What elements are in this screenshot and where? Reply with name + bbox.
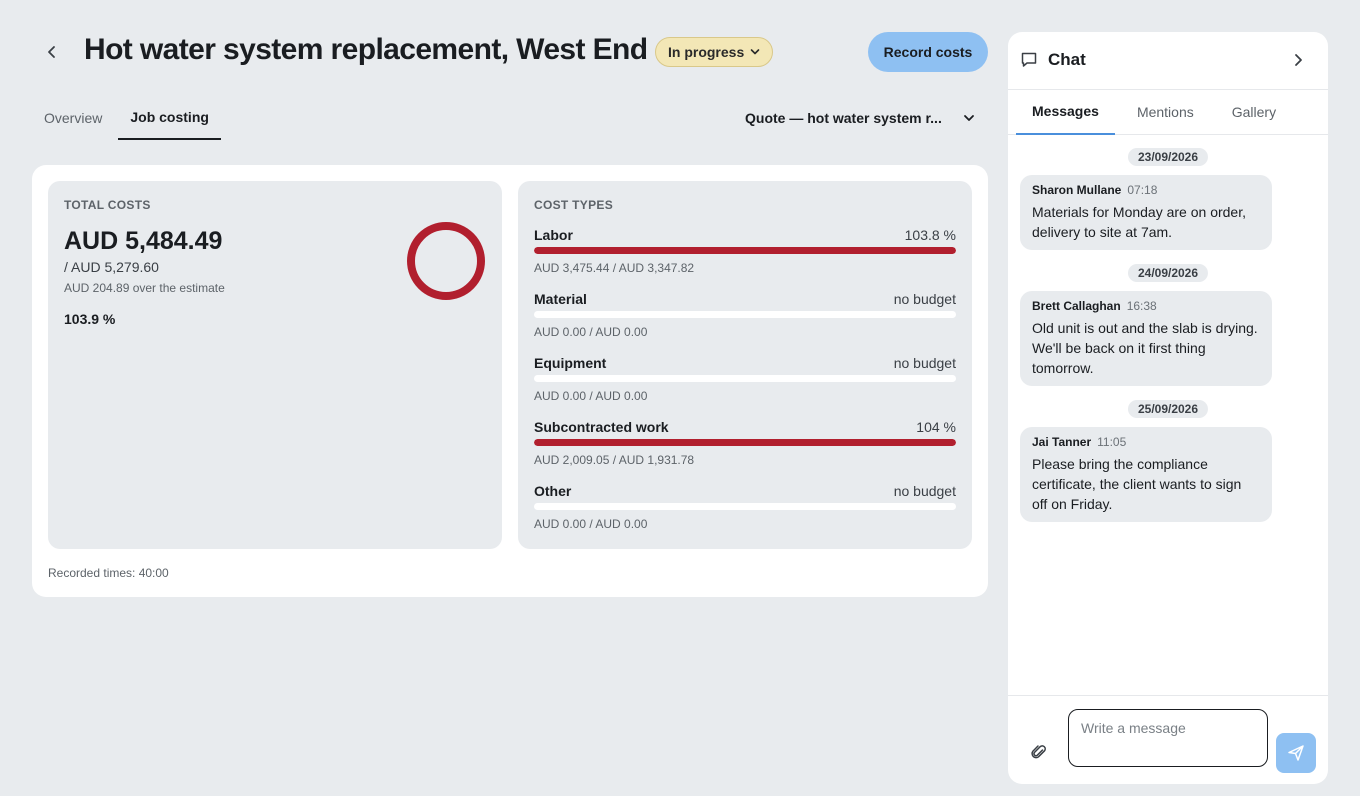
page-title: Hot water system replacement, West End [84,33,648,66]
cost-types-panel: COST TYPES Labor 103.8 % AUD 3,475.44 / … [518,181,972,549]
cost-type-name: Subcontracted work [534,419,669,435]
chat-panel: Chat Messages Mentions Gallery 23/09/202… [1008,32,1328,784]
cost-type-material: Material no budget AUD 0.00 / AUD 0.00 [534,291,956,347]
cost-type-progress-track [534,311,956,318]
cost-type-percent: 103.8 % [904,227,956,243]
total-costs-panel: TOTAL COSTS AUD 5,484.49 / AUD 5,279.60 … [48,181,502,549]
chat-tab-messages[interactable]: Messages [1016,90,1115,135]
cost-type-progress-fill [534,439,956,446]
message-time: 11:05 [1097,435,1127,449]
chat-title: Chat [1048,50,1086,69]
quote-select[interactable]: Quote — hot water system r... [745,106,975,130]
chat-message: Sharon Mullane 07:18 Materials for Monday… [1020,175,1272,250]
chat-tab-gallery[interactable]: Gallery [1216,90,1292,135]
cost-type-equipment: Equipment no budget AUD 0.00 / AUD 0.00 [534,355,956,411]
cost-type-percent: no budget [893,291,956,307]
chat-composer [1008,695,1328,784]
cost-type-name: Equipment [534,355,607,371]
cost-type-percent: 104 % [916,419,956,435]
cost-type-amounts: AUD 0.00 / AUD 0.00 [534,389,648,403]
message-text: Please bring the compliance certificate,… [1032,456,1242,512]
cost-type-progress-track [534,503,956,510]
speech-bubble-icon [1021,52,1037,67]
message-author: Sharon Mullane [1032,183,1122,197]
message-author-line: Sharon Mullane 07:18 [1032,183,1260,197]
message-author: Jai Tanner [1032,435,1092,449]
chevron-left-icon [48,46,55,58]
recorded-times: Recorded times: 40:00 [48,566,169,580]
record-costs-button[interactable]: Record costs [868,32,988,72]
cost-type-name: Labor [534,227,573,243]
tab-overview[interactable]: Overview [32,96,114,140]
cost-type-subcontracted-work: Subcontracted work 104 % AUD 2,009.05 / … [534,419,956,475]
paperclip-icon[interactable] [1030,743,1048,761]
cost-type-percent: no budget [893,483,956,499]
cost-type-amounts: AUD 0.00 / AUD 0.00 [534,517,648,531]
chat-message: Jai Tanner 11:05 Please bring the complia… [1020,427,1272,522]
page-tabs: Overview Job costing [32,96,221,140]
cost-type-progress-track [534,439,956,446]
message-author-line: Jai Tanner 11:05 [1032,435,1260,449]
status-label: In progress [668,44,745,60]
total-costs-amount: AUD 5,484.49 [64,227,223,255]
cost-type-progress-fill [534,247,956,254]
message-input[interactable] [1068,709,1268,767]
date-separator: 25/09/2026 [1127,400,1209,418]
cost-type-percent: no budget [893,355,956,371]
send-button[interactable] [1276,733,1316,773]
cost-type-amounts: AUD 0.00 / AUD 0.00 [534,325,648,339]
total-costs-ring [407,222,485,300]
message-text: Old unit is out and the slab is drying. … [1032,320,1258,376]
cost-type-progress-track [534,375,956,382]
date-separator: 23/09/2026 [1127,148,1209,166]
cost-type-progress-track [534,247,956,254]
total-costs-percent: 103.9 % [64,311,116,327]
message-author-line: Brett Callaghan 16:38 [1032,299,1260,313]
cost-type-amounts: AUD 3,475.44 / AUD 3,347.82 [534,261,695,275]
date-separator: 24/09/2026 [1127,264,1209,282]
job-costing-card: TOTAL COSTS AUD 5,484.49 / AUD 5,279.60 … [32,165,988,597]
total-costs-label: TOTAL COSTS [64,198,151,212]
quote-select-value: Quote — hot water system r... [745,110,942,126]
chevron-down-icon [750,49,760,55]
total-costs-budget: / AUD 5,279.60 [64,259,159,275]
cost-type-other: Other no budget AUD 0.00 / AUD 0.00 [534,483,956,539]
cost-type-amounts: AUD 2,009.05 / AUD 1,931.78 [534,453,695,467]
cost-type-name: Other [534,483,572,499]
cost-types-label: COST TYPES [534,198,614,212]
chevron-down-icon [964,115,974,121]
message-time: 07:18 [1127,183,1158,197]
chat-tab-mentions[interactable]: Mentions [1121,90,1210,135]
chevron-right-icon[interactable] [1292,49,1306,71]
cost-type-labor: Labor 103.8 % AUD 3,475.44 / AUD 3,347.8… [534,227,956,283]
tab-job-costing[interactable]: Job costing [118,96,221,140]
chat-header: Chat [1008,32,1328,88]
paper-plane-icon [1288,745,1304,761]
status-badge[interactable]: In progress [655,37,774,67]
total-costs-over-estimate: AUD 204.89 over the estimate [64,281,225,295]
message-text: Materials for Monday are on order, deliv… [1032,204,1246,240]
chat-tabs: Messages Mentions Gallery [1008,89,1328,135]
total-costs-ring-progress [407,222,485,300]
back-button[interactable] [38,38,66,66]
message-author: Brett Callaghan [1032,299,1121,313]
message-time: 16:38 [1126,299,1157,313]
cost-type-name: Material [534,291,587,307]
chat-message: Brett Callaghan 16:38 Old unit is out and… [1020,291,1272,386]
